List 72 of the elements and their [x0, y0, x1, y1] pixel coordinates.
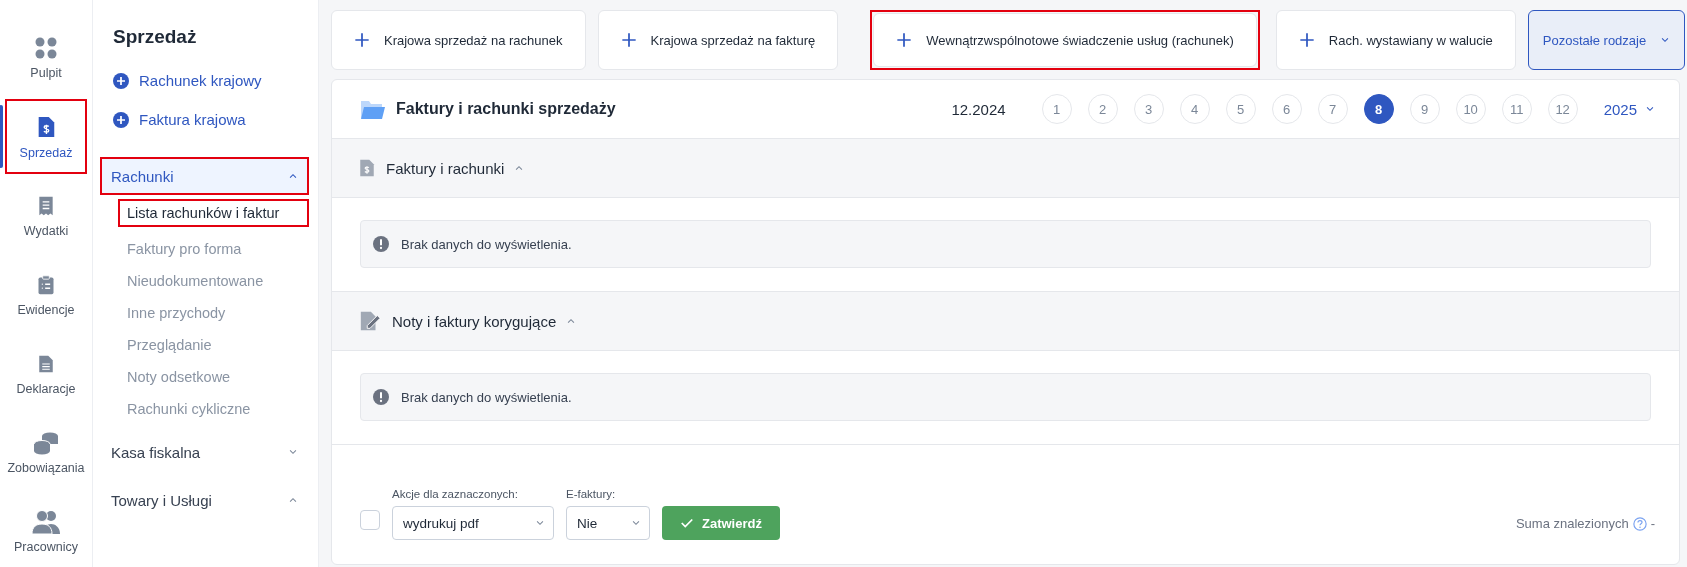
month-button[interactable]: 6 — [1271, 94, 1302, 124]
month-button[interactable]: 12 — [1547, 94, 1578, 124]
people-icon — [31, 509, 61, 534]
section-header[interactable]: Noty i faktury korygujące — [332, 292, 1679, 351]
chevron-down-icon — [535, 518, 545, 528]
plus-icon — [354, 32, 370, 48]
plus-circle-icon — [113, 72, 129, 89]
message-text: Brak danych do wyświetlenia. — [401, 236, 572, 252]
month-button[interactable]: 10 — [1455, 94, 1486, 124]
chevron-down-icon — [1645, 104, 1655, 114]
plus-circle-icon — [113, 111, 129, 128]
submenu-title: Sprzedaż — [113, 26, 198, 48]
chevron-up-icon — [566, 316, 577, 326]
nav-item[interactable]: Ewidencje — [7, 259, 85, 330]
nav-item[interactable]: Pracownicy — [7, 496, 85, 567]
exclamation-icon — [373, 389, 389, 405]
chevron-up-icon — [288, 171, 298, 181]
menu-group[interactable]: Rachunki — [101, 158, 308, 194]
coins-icon — [32, 430, 60, 455]
actions-select[interactable]: wydrukuj pdf — [392, 506, 554, 540]
message-text: Brak danych do wyświetlenia. — [401, 389, 572, 405]
folder-icon — [360, 98, 386, 120]
month-button[interactable]: 1 — [1041, 94, 1072, 124]
month-button[interactable]: 3 — [1133, 94, 1164, 124]
nav-item[interactable]: Wydatki — [7, 180, 85, 251]
section-title: Faktury i rachunki — [386, 159, 505, 177]
nav-item[interactable]: Deklaracje — [7, 338, 85, 409]
add-document-button[interactable]: Wewnątrzwspólnotowe świadczenie usług (rachunek) — [873, 13, 1257, 67]
month-button[interactable]: 2 — [1087, 94, 1118, 124]
field-label: Akcje dla zaznaczonych: — [392, 488, 519, 500]
clipboard-icon — [36, 272, 56, 297]
exclamation-icon — [373, 236, 389, 252]
menu-item[interactable]: Lista rachunków i faktur — [119, 200, 308, 226]
chevron-down-icon — [631, 518, 641, 528]
grid-icon — [34, 35, 58, 60]
add-document-button[interactable]: Krajowa sprzedaż na rachunek — [331, 10, 586, 70]
e-invoice-select[interactable]: Nie — [566, 506, 650, 540]
more-types-dropdown[interactable]: Pozostałe rodzaje — [1527, 10, 1686, 70]
sum-value: - — [1650, 516, 1655, 531]
document-pencil-icon — [358, 310, 382, 332]
chevron-up-icon — [514, 163, 525, 173]
sum-label: Suma znalezionych — [1515, 516, 1629, 531]
plus-icon — [896, 32, 913, 48]
month-button[interactable]: 11 — [1501, 94, 1532, 124]
select-all-checkbox[interactable] — [360, 510, 380, 530]
quick-add-link[interactable]: Rachunek krajowy — [113, 72, 308, 89]
quick-add-link[interactable]: Faktura krajowa — [113, 111, 308, 128]
month-button[interactable]: 8 — [1363, 94, 1394, 124]
month-button[interactable]: 9 — [1409, 94, 1440, 124]
section-header[interactable]: Faktury i rachunki — [332, 139, 1679, 198]
section-title: Noty i faktury korygujące — [392, 312, 557, 330]
menu-group[interactable]: Kasa fiskalna — [101, 434, 308, 470]
help-icon — [1632, 516, 1647, 531]
month-button[interactable]: 4 — [1179, 94, 1210, 124]
month-button[interactable]: 7 — [1317, 94, 1348, 124]
plus-icon — [620, 32, 637, 48]
chevron-up-icon — [288, 495, 298, 505]
menu-group[interactable]: Towary i Usługi — [101, 482, 308, 518]
nav-item[interactable]: Pulpit — [7, 22, 85, 93]
nav-item[interactable]: Zobowiązania — [7, 417, 85, 488]
chevron-down-icon — [1660, 35, 1671, 45]
chevron-down-icon — [288, 447, 298, 457]
dollar-document-icon — [358, 157, 376, 179]
year-dropdown[interactable]: 2025 — [1603, 100, 1655, 118]
period-label: 12.2024 — [951, 100, 1006, 118]
field-label: E-faktury: — [566, 488, 617, 500]
month-button[interactable]: 5 — [1225, 94, 1256, 124]
add-document-button[interactable]: Krajowa sprzedaż na fakturę — [597, 10, 839, 70]
add-document-button[interactable]: Rach. wystawiany w walucie — [1275, 10, 1516, 70]
card-title: Faktury i rachunki sprzedaży — [396, 100, 617, 118]
check-icon — [680, 516, 694, 530]
plus-icon — [1298, 32, 1315, 48]
